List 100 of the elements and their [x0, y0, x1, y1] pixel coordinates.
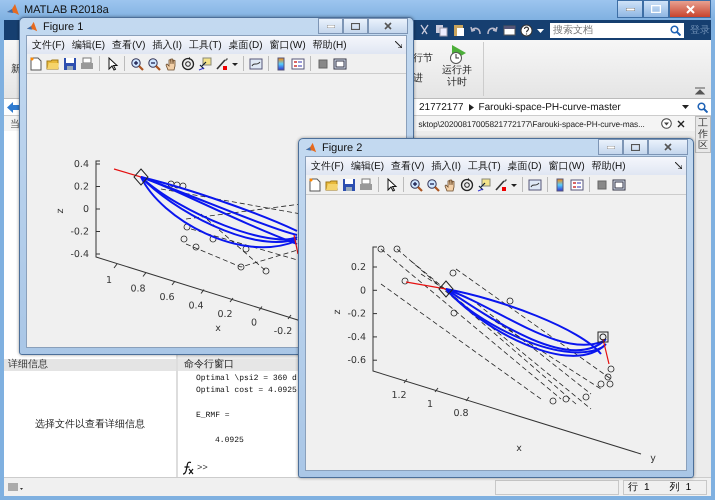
- new-file-icon[interactable]: [308, 178, 322, 192]
- linked-plot-icon[interactable]: [528, 178, 542, 192]
- path-crumb[interactable]: Farouki-space-PH-curve-master: [478, 102, 621, 112]
- maximize-button[interactable]: [643, 0, 669, 18]
- menu-item[interactable]: 文件(F): [308, 159, 347, 173]
- help-icon[interactable]: [520, 24, 533, 36]
- menu-item[interactable]: 窗口(W): [546, 159, 588, 173]
- panel-title: 命令行窗口: [178, 359, 298, 371]
- search-icon[interactable]: [697, 102, 708, 112]
- data-cursor-icon[interactable]: [477, 178, 491, 192]
- workspace-tab[interactable]: 工作区: [695, 116, 712, 153]
- options-icon[interactable]: [661, 118, 672, 129]
- matlab-logo-icon: [305, 142, 317, 154]
- maximize-button[interactable]: [623, 139, 648, 155]
- tick-label: 0.6: [159, 292, 175, 303]
- maximize-button[interactable]: [343, 18, 368, 34]
- hand-icon[interactable]: [164, 56, 178, 70]
- close-icon[interactable]: [677, 120, 686, 128]
- matlab-logo-icon: [26, 20, 38, 32]
- zoom-out-icon[interactable]: [147, 56, 161, 70]
- command-prompt[interactable]: >>: [197, 463, 208, 473]
- paste-icon[interactable]: [452, 24, 465, 36]
- layout-icon[interactable]: [503, 24, 516, 36]
- ribbon-label: 进: [413, 72, 424, 85]
- dock-arrow-icon[interactable]: [395, 41, 402, 48]
- rotate-icon[interactable]: [181, 56, 195, 70]
- menu-item[interactable]: 插入(I): [149, 38, 185, 52]
- new-file-icon[interactable]: [29, 56, 43, 70]
- panel-title: 详细信息: [4, 359, 176, 371]
- menu-item[interactable]: 编辑(E): [68, 38, 108, 52]
- collapse-ribbon-icon[interactable]: [695, 87, 705, 95]
- minimize-button[interactable]: [598, 139, 623, 155]
- details-message: 选择文件以查看详细信息: [35, 418, 145, 431]
- window-icon[interactable]: [612, 178, 626, 192]
- minimize-button[interactable]: [318, 18, 343, 34]
- axis-label: y: [650, 453, 656, 464]
- search-field[interactable]: 搜索文档: [550, 22, 668, 38]
- tick-label: -0.2: [274, 326, 292, 337]
- menu-item[interactable]: 文件(F): [29, 38, 68, 52]
- square-icon[interactable]: [595, 178, 609, 192]
- folder-path: sktop\20200817005821772177\Farouki-space-PH-curve-mas...: [418, 118, 646, 128]
- printer-icon[interactable]: [80, 56, 94, 70]
- search-icon: [668, 22, 684, 38]
- axis-label: x: [516, 443, 522, 454]
- legend-icon[interactable]: [570, 178, 584, 192]
- menu-item[interactable]: 桌面(D): [226, 38, 266, 52]
- maximize-icon: [351, 22, 360, 30]
- close-button[interactable]: [648, 139, 688, 155]
- tick-label: -0.2: [70, 226, 89, 238]
- menu-item[interactable]: 查看(V): [388, 159, 428, 173]
- menu-item[interactable]: 帮助(H): [588, 159, 629, 173]
- minimize-icon: [626, 8, 634, 10]
- save-icon[interactable]: [63, 56, 77, 70]
- menu-item[interactable]: 窗口(W): [266, 38, 309, 52]
- legend-icon[interactable]: [291, 56, 305, 70]
- window-title: MATLAB R2018a: [24, 4, 110, 16]
- zoom-in-icon[interactable]: [409, 178, 423, 192]
- rotate-icon[interactable]: [460, 178, 474, 192]
- row-value: 1: [644, 482, 650, 492]
- command-window[interactable]: Optimal \psi2 = 360 d Optimal cost = 4.0925 E_RMF = 4.0925 >>: [178, 371, 298, 477]
- save-icon[interactable]: [342, 178, 356, 192]
- close-button[interactable]: [669, 0, 711, 18]
- brush-icon[interactable]: [215, 56, 229, 70]
- back-arrow-icon[interactable]: [7, 102, 19, 112]
- dropdown-icon[interactable]: [682, 105, 689, 109]
- menu-item[interactable]: 帮助(H): [310, 38, 350, 52]
- dock-arrow-icon[interactable]: [675, 162, 682, 169]
- tick-label: 0: [360, 285, 366, 296]
- zoom-out-icon[interactable]: [426, 178, 440, 192]
- window-icon[interactable]: [333, 56, 347, 70]
- zoom-in-icon[interactable]: [130, 56, 144, 70]
- path-crumb[interactable]: 21772177: [419, 102, 464, 112]
- tick-label: 0.8: [130, 284, 146, 294]
- minimize-icon: [326, 24, 334, 28]
- close-icon: [384, 22, 392, 30]
- menu-item[interactable]: 工具(T): [464, 159, 504, 173]
- menu-item[interactable]: 工具(T): [186, 38, 225, 52]
- menu-item[interactable]: 桌面(D): [504, 159, 545, 173]
- printer-icon[interactable]: [359, 178, 373, 192]
- linked-plot-icon[interactable]: [249, 56, 263, 70]
- data-cursor-icon[interactable]: [198, 56, 212, 70]
- minimize-button[interactable]: [617, 0, 643, 18]
- menu-item[interactable]: 编辑(E): [348, 159, 388, 173]
- hand-icon[interactable]: [443, 178, 457, 192]
- menu-item[interactable]: 插入(I): [428, 159, 464, 173]
- square-icon[interactable]: [316, 56, 330, 70]
- close-button[interactable]: [368, 18, 408, 34]
- copy-icon[interactable]: [435, 24, 448, 36]
- run-and-time-button[interactable]: 运行并计时: [439, 43, 475, 89]
- function-icon[interactable]: [181, 461, 195, 475]
- tick-label: -0.4: [70, 249, 89, 260]
- folder-icon[interactable]: [325, 178, 339, 192]
- brush-icon[interactable]: [494, 178, 508, 192]
- axis-label: z: [332, 310, 343, 314]
- tick-label: 0.2: [74, 182, 89, 192]
- menu-item[interactable]: 查看(V): [109, 38, 148, 52]
- grip-icon[interactable]: [8, 482, 24, 492]
- cut-icon[interactable]: [418, 24, 431, 36]
- folder-icon[interactable]: [46, 56, 60, 70]
- column-label: 列: [670, 481, 680, 494]
